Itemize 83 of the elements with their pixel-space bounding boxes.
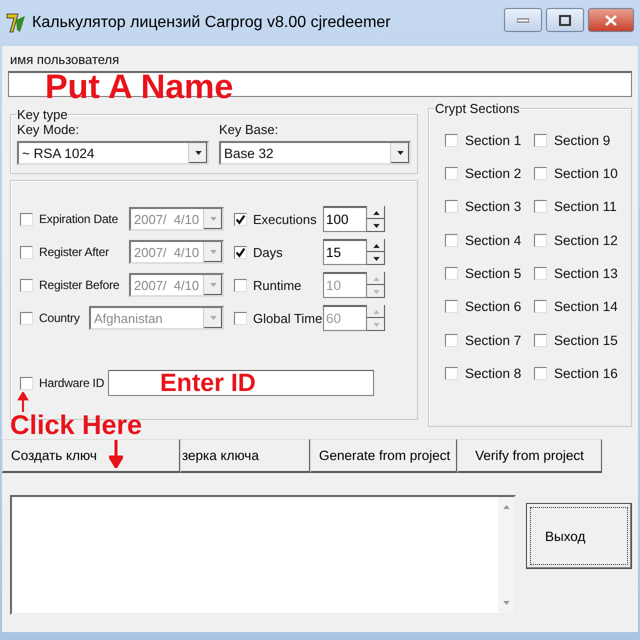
option-label: Global Time xyxy=(253,310,323,326)
checkbox[interactable] xyxy=(20,278,33,292)
option-label: Register Before xyxy=(39,278,120,292)
number-field[interactable]: 100 xyxy=(323,206,367,232)
option-label: Runtime xyxy=(253,278,302,292)
checkbox[interactable] xyxy=(534,134,547,146)
section-label: Section 14 xyxy=(554,299,618,314)
option-label: Expiration Date xyxy=(39,212,120,226)
username-label: имя пользователя xyxy=(9,52,120,67)
option-label: Days xyxy=(253,244,284,260)
checkbox[interactable] xyxy=(534,166,547,180)
exit-button[interactable]: Выход xyxy=(526,503,632,569)
key-mode-dropdown[interactable]: ~ RSA 1024 xyxy=(17,141,209,165)
app-icon xyxy=(6,12,26,34)
checkbox[interactable] xyxy=(445,300,458,314)
minimize-button[interactable] xyxy=(504,8,542,32)
checkbox[interactable] xyxy=(445,334,458,347)
close-button[interactable] xyxy=(588,8,634,32)
checkbox[interactable] xyxy=(20,246,33,258)
section-label: Section 6 xyxy=(465,299,522,314)
checkbox[interactable] xyxy=(20,212,33,226)
output-text-area[interactable] xyxy=(10,495,516,615)
section-label: Section 5 xyxy=(465,266,522,282)
section-label: Section 1 xyxy=(465,132,522,148)
scrollbar[interactable] xyxy=(498,497,514,613)
group-title: Crypt Sections xyxy=(435,101,520,116)
scroll-up-icon[interactable] xyxy=(502,505,510,509)
checkbox[interactable] xyxy=(20,376,33,390)
checkbox[interactable] xyxy=(234,312,247,324)
checkbox[interactable] xyxy=(445,234,458,247)
annotation-arrow xyxy=(16,392,30,412)
checkbox[interactable] xyxy=(234,278,247,292)
option-label: Country xyxy=(39,311,81,325)
section-label: Section 9 xyxy=(554,132,610,148)
checkbox[interactable] xyxy=(534,267,547,280)
key-base-label: Key Base: xyxy=(219,122,280,137)
checkbox[interactable] xyxy=(534,300,547,314)
maximize-icon xyxy=(559,14,571,26)
section-label: Section 15 xyxy=(554,332,618,348)
checkbox[interactable] xyxy=(234,212,247,226)
checkbox[interactable] xyxy=(534,367,547,380)
section-label: Section 13 xyxy=(554,266,618,282)
section-label: Section 11 xyxy=(554,199,617,214)
window-title: Калькулятор лицензий Carprog v8.00 cjredeemer xyxy=(32,14,392,32)
checkbox[interactable] xyxy=(445,200,458,214)
option-label: Executions xyxy=(253,212,318,226)
checkbox[interactable] xyxy=(445,134,458,146)
hardware-id-label: Hardware ID xyxy=(39,376,104,390)
section-label: Section 16 xyxy=(554,366,618,382)
checkbox[interactable] xyxy=(534,200,547,214)
close-icon xyxy=(605,14,617,26)
spinner[interactable] xyxy=(367,239,385,265)
number-field[interactable]: 15 xyxy=(323,239,367,265)
section-label: Section 7 xyxy=(465,332,522,348)
action-button[interactable]: Создать ключ xyxy=(2,439,180,473)
maximize-button[interactable] xyxy=(546,8,584,32)
option-label: Register After xyxy=(39,245,110,259)
scroll-down-icon[interactable] xyxy=(502,601,510,605)
checkbox[interactable] xyxy=(20,312,33,324)
checkbox[interactable] xyxy=(534,334,547,347)
section-label: Section 4 xyxy=(465,232,522,248)
section-label: Section 3 xyxy=(465,199,522,214)
section-label: Section 8 xyxy=(465,366,522,382)
key-base-dropdown[interactable]: Base 32 xyxy=(219,141,411,165)
key-mode-label: Key Mode: xyxy=(17,122,80,137)
section-label: Section 10 xyxy=(554,166,618,181)
checkbox[interactable] xyxy=(234,246,247,258)
checkbox[interactable] xyxy=(445,166,458,180)
annotation-arrow xyxy=(109,440,123,468)
spinner[interactable] xyxy=(367,206,385,232)
minimize-icon xyxy=(517,17,529,23)
action-button[interactable]: Verify from project xyxy=(457,439,602,473)
checkbox[interactable] xyxy=(445,367,458,380)
annotation-text: Click Here xyxy=(10,412,142,439)
section-label: Section 2 xyxy=(465,166,522,181)
checkbox[interactable] xyxy=(445,267,458,280)
section-label: Section 12 xyxy=(554,232,618,248)
group-title: Key type xyxy=(17,107,68,122)
annotation-text: Enter ID xyxy=(160,371,256,396)
checkbox[interactable] xyxy=(534,234,547,247)
hardware-id-field[interactable] xyxy=(108,370,374,396)
action-button[interactable]: Generate from project xyxy=(310,439,457,473)
action-button[interactable]: зерка ключа xyxy=(180,439,310,473)
